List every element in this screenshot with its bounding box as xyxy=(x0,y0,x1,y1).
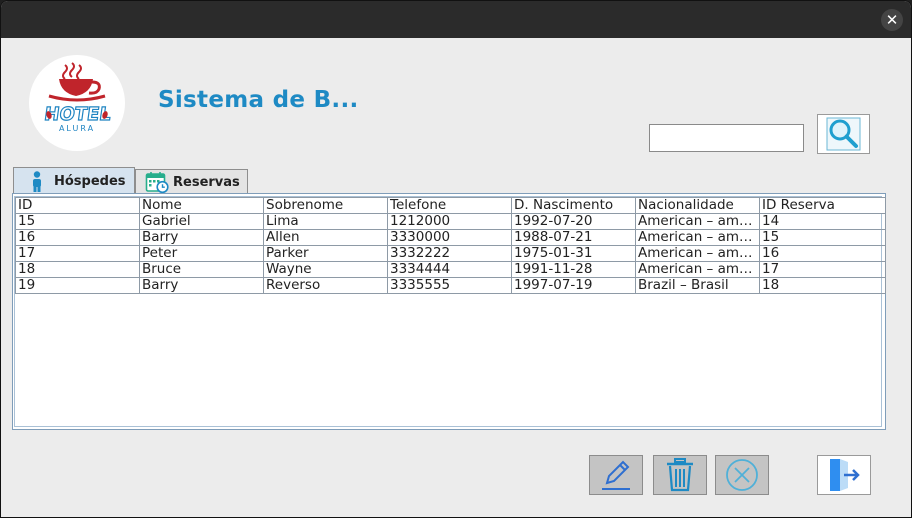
table-cell[interactable]: 17 xyxy=(15,245,140,262)
table-cell[interactable]: 1975-01-31 xyxy=(511,245,636,262)
pencil-icon xyxy=(602,460,630,490)
window-close-button[interactable]: ✕ xyxy=(881,9,903,31)
table-cell[interactable]: Wayne xyxy=(263,261,388,278)
search-input[interactable] xyxy=(649,124,804,152)
table-cell[interactable]: Peter xyxy=(139,245,264,262)
table-cell[interactable]: 15 xyxy=(759,229,886,246)
table-cell[interactable]: Gabriel xyxy=(139,213,264,230)
table-cell[interactable]: 14 xyxy=(759,213,886,230)
tab-hospedes[interactable]: Hóspedes xyxy=(13,167,135,195)
table-cell[interactable]: 18 xyxy=(759,277,886,294)
column-header-nacionalidade[interactable]: Nacionalidade xyxy=(635,197,760,214)
table-cell[interactable]: 17 xyxy=(759,261,886,278)
calendar-icon xyxy=(145,172,169,194)
logo-hotel-text: HOTEL xyxy=(43,104,113,125)
table-row[interactable]: 16 Barry Allen 3330000 1988-07-21 Americ… xyxy=(15,229,886,246)
table-scroll-area[interactable]: ID Nome Sobrenome Telefone D. Nascimento… xyxy=(14,196,886,427)
search-button[interactable] xyxy=(817,114,870,154)
table-header-row: ID Nome Sobrenome Telefone D. Nascimento… xyxy=(15,197,886,214)
table-cell[interactable]: 3335555 xyxy=(387,277,512,294)
table-row[interactable]: 18 Bruce Wayne 3334444 1991-11-28 Americ… xyxy=(15,261,886,278)
table-cell[interactable]: 3330000 xyxy=(387,229,512,246)
table-row[interactable]: 15 Gabriel Lima 1212000 1992-07-20 Ameri… xyxy=(15,213,886,230)
table-cell[interactable]: 3334444 xyxy=(387,261,512,278)
table-cell[interactable]: 18 xyxy=(15,261,140,278)
table-cell[interactable]: Barry xyxy=(139,277,264,294)
exit-door-icon xyxy=(830,459,860,491)
column-header-nascimento[interactable]: D. Nascimento xyxy=(511,197,636,214)
edit-button[interactable] xyxy=(589,455,643,495)
table-cell[interactable]: 16 xyxy=(15,229,140,246)
table-cell[interactable]: American – ame... xyxy=(635,213,760,230)
table-cell[interactable]: 16 xyxy=(759,245,886,262)
exit-button[interactable] xyxy=(817,455,871,495)
table-cell[interactable]: Brazil – Brasil xyxy=(635,277,760,294)
tab-reservas[interactable]: Reservas xyxy=(135,169,248,195)
guests-table: ID Nome Sobrenome Telefone D. Nascimento… xyxy=(15,197,886,294)
search-icon xyxy=(826,117,861,151)
table-cell[interactable]: 3332222 xyxy=(387,245,512,262)
table-cell[interactable]: Bruce xyxy=(139,261,264,278)
app-window: ✕ HOTEL ALURA Sistema de B... Hóspedes R… xyxy=(0,0,912,518)
table-cell[interactable]: Barry xyxy=(139,229,264,246)
table-row[interactable]: 19 Barry Reverso 3335555 1997-07-19 Braz… xyxy=(15,277,886,294)
column-header-telefone[interactable]: Telefone xyxy=(387,197,512,214)
table-cell[interactable]: 1212000 xyxy=(387,213,512,230)
table-cell[interactable]: Lima xyxy=(263,213,388,230)
table-cell[interactable]: Parker xyxy=(263,245,388,262)
table-cell[interactable]: 19 xyxy=(15,277,140,294)
column-header-id-reserva[interactable]: ID Reserva xyxy=(759,197,886,214)
tab-reservas-label: Reservas xyxy=(173,175,240,190)
column-header-nome[interactable]: Nome xyxy=(139,197,264,214)
column-header-id[interactable]: ID xyxy=(15,197,140,214)
table-row[interactable]: 17 Peter Parker 3332222 1975-01-31 Ameri… xyxy=(15,245,886,262)
window-titlebar[interactable]: ✕ xyxy=(1,1,911,38)
table-cell[interactable]: American – ame... xyxy=(635,229,760,246)
hotel-alura-logo: HOTEL ALURA xyxy=(29,55,125,151)
person-icon xyxy=(33,171,41,192)
table-cell[interactable]: 1991-11-28 xyxy=(511,261,636,278)
page-title: Sistema de B... xyxy=(158,87,359,113)
tab-hospedes-label: Hóspedes xyxy=(54,174,126,189)
cancel-circle-icon xyxy=(726,459,758,491)
table-cell[interactable]: 1988-07-21 xyxy=(511,229,636,246)
table-cell[interactable]: American – ame... xyxy=(635,261,760,278)
column-header-sobrenome[interactable]: Sobrenome xyxy=(263,197,388,214)
table-cell[interactable]: 15 xyxy=(15,213,140,230)
logo-alura-text: ALURA xyxy=(59,124,95,133)
cancel-button[interactable] xyxy=(715,455,769,495)
table-cell[interactable]: Reverso xyxy=(263,277,388,294)
table-cell[interactable]: American – ame... xyxy=(635,245,760,262)
delete-button[interactable] xyxy=(653,455,707,495)
table-cell[interactable]: Allen xyxy=(263,229,388,246)
trash-icon xyxy=(667,458,693,492)
table-cell[interactable]: 1997-07-19 xyxy=(511,277,636,294)
table-cell[interactable]: 1992-07-20 xyxy=(511,213,636,230)
tab-content-panel: ID Nome Sobrenome Telefone D. Nascimento… xyxy=(12,193,886,430)
